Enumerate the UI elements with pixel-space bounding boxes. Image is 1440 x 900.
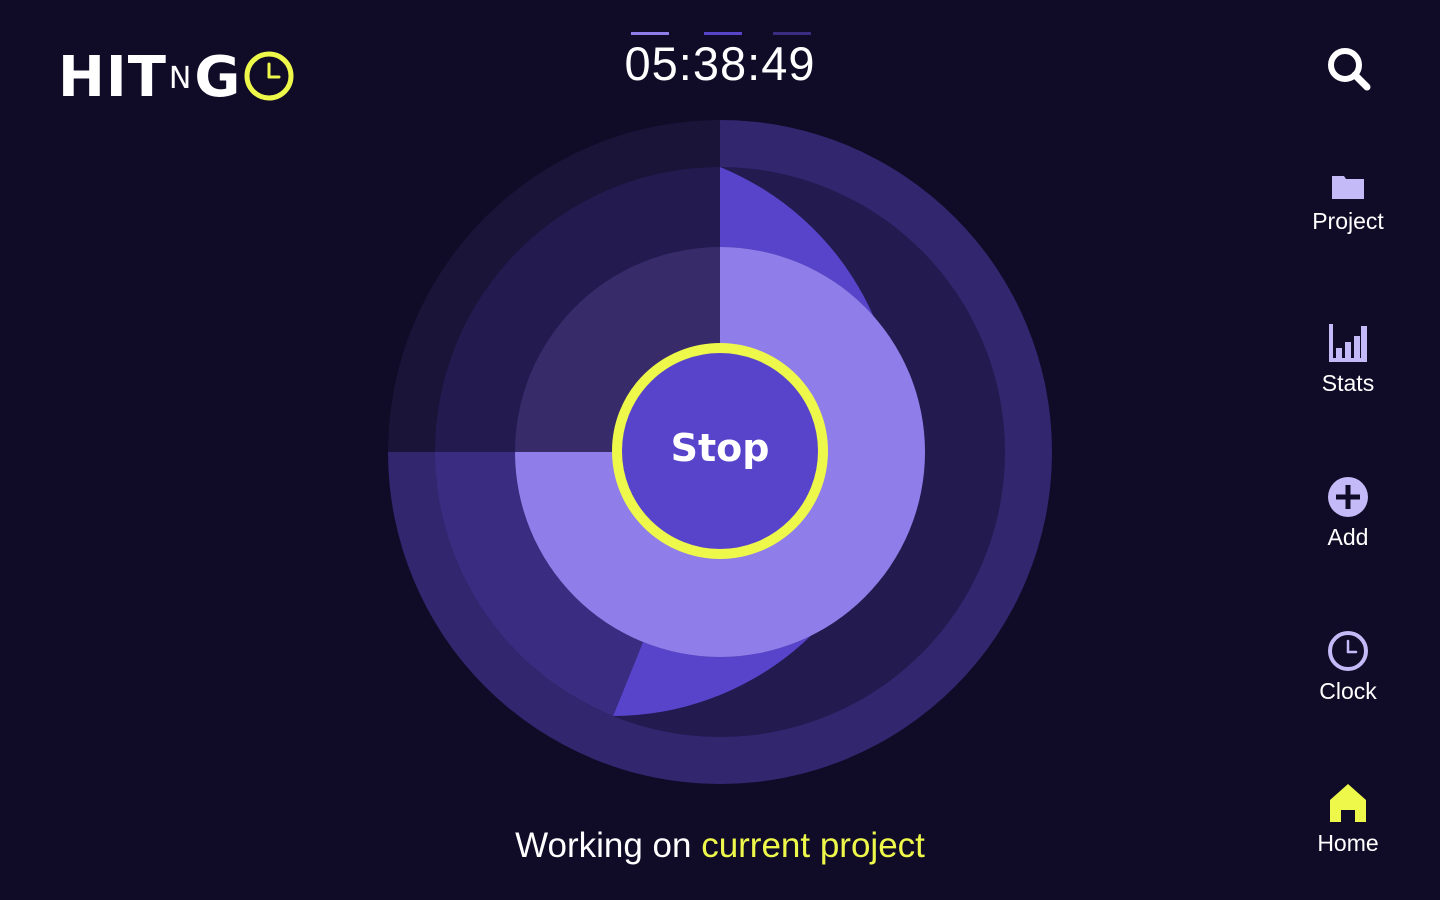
search-icon <box>1328 48 1371 91</box>
stop-button[interactable]: Stop <box>611 342 829 560</box>
nav-label-project: Project <box>1312 208 1384 234</box>
timer-dash-seconds <box>773 32 811 35</box>
folder-icon <box>1332 176 1364 199</box>
bar-chart-icon <box>1329 324 1367 362</box>
home-icon <box>1330 784 1366 822</box>
nav-label-add: Add <box>1327 524 1369 550</box>
nav-item-add[interactable]: Add <box>1288 476 1408 551</box>
status-prefix: Working on <box>515 826 702 865</box>
stop-button-label: Stop <box>670 426 770 470</box>
nav-item-home[interactable]: Home <box>1288 782 1408 857</box>
logo-clock-icon <box>244 51 294 101</box>
nav-label-stats: Stats <box>1321 370 1375 396</box>
logo-text-n: N <box>168 61 193 96</box>
app-logo: HIT N G <box>58 46 295 106</box>
nav-item-project[interactable]: Project <box>1288 170 1408 235</box>
logo-text-hit: HIT <box>58 45 167 110</box>
app-screen: HIT N G 05:38:49 Stop Working on current… <box>0 0 1440 900</box>
elapsed-timer: 05:38:49 <box>624 37 816 90</box>
timer-dash-hours <box>631 32 669 35</box>
nav-item-clock[interactable]: Clock <box>1288 630 1408 705</box>
nav-label-clock: Clock <box>1319 678 1377 704</box>
search-button[interactable] <box>1324 44 1374 94</box>
timer-dash-minutes <box>704 32 742 35</box>
nav-label-home: Home <box>1317 830 1379 856</box>
status-line: Working on current project <box>420 826 1020 866</box>
current-project-link[interactable]: current project <box>701 826 925 865</box>
clock-icon <box>1328 631 1368 671</box>
plus-circle-icon <box>1328 477 1368 517</box>
nav-item-stats[interactable]: Stats <box>1288 322 1408 397</box>
logo-text-g: G <box>194 45 242 110</box>
